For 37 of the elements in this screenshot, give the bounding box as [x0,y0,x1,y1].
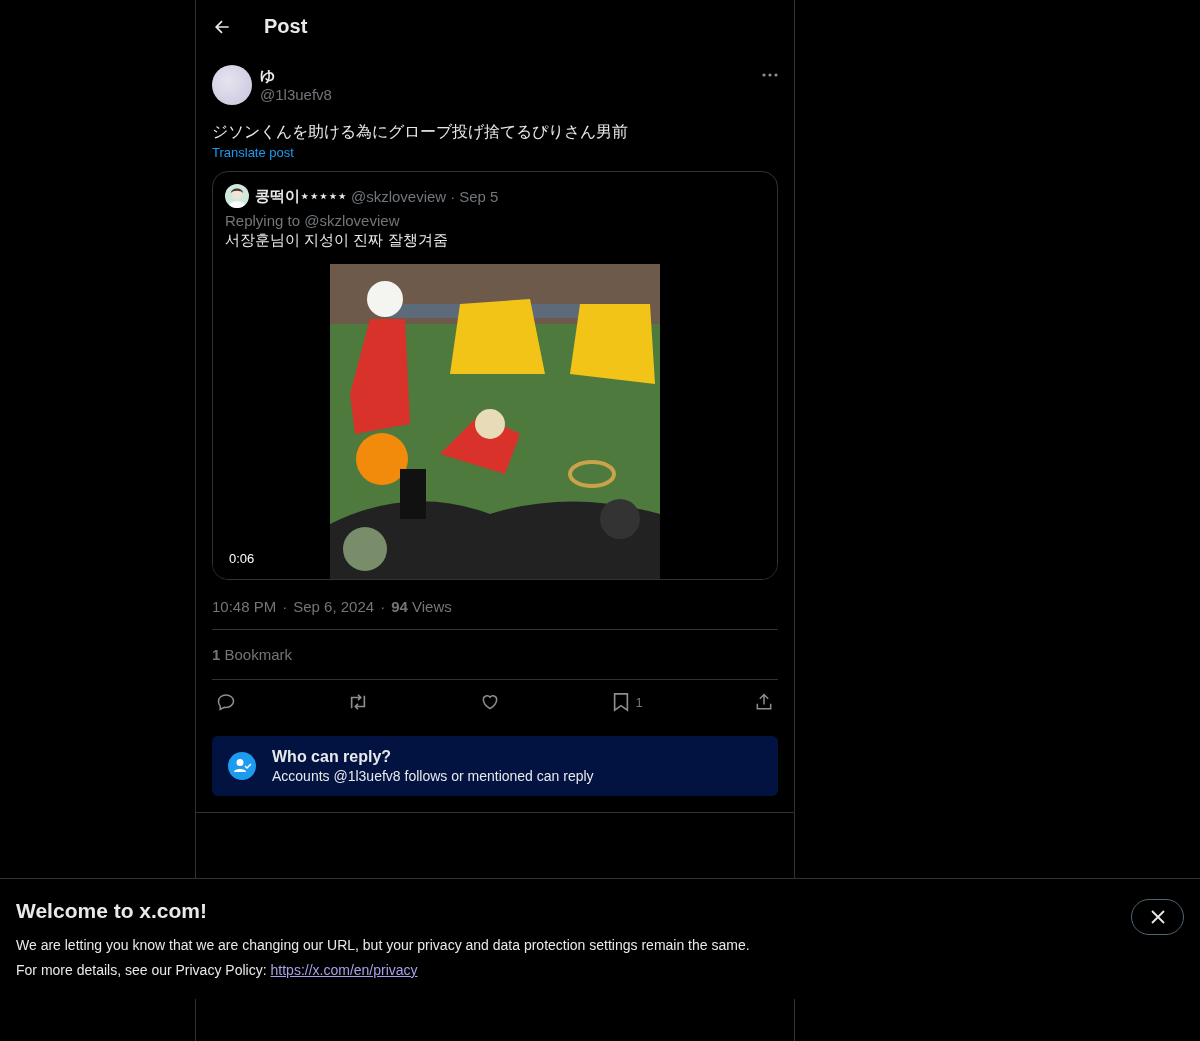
translate-link[interactable]: Translate post [212,145,294,160]
quote-author-name: 콩떡이⋆⋆⋆⋆⋆ [255,186,347,206]
speech-bubble-icon [216,692,236,712]
avatar[interactable] [212,65,252,105]
banner-text: We are letting you know that we are changing our URL, but your privacy and data protection settings remain the same. [16,936,750,955]
quote-author-handle: @skzloveview [350,187,447,205]
separator-dot: · [450,187,456,205]
separator-dot: · [380,598,386,615]
post-text: ジソンくんを助ける為にグローブ投げ捨てるぴりさん男前 [212,122,629,142]
reply-settings-text: Accounts @1l3uefv8 follows or mentioned can reply [272,768,594,784]
quote-date: Sep 5 [459,187,499,205]
banner-title: Welcome to x.com! [16,899,208,923]
more-button[interactable] [762,73,778,77]
avatar-icon [225,184,249,208]
close-button[interactable] [1131,899,1184,935]
bookmark-count[interactable]: 1 Bookmark [212,646,293,663]
post-date[interactable]: Sep 6, 2024 [293,598,375,615]
share-button[interactable] [754,692,774,712]
quote-text: 서장훈님이 지성이 진짜 잘챙겨줌 [224,230,449,250]
author-handle[interactable]: @1l3uefv8 [260,86,754,103]
separator-dot: · [282,598,288,615]
banner-text: For more details, see our Privacy Policy: [16,961,267,980]
quote-card[interactable]: 콩떡이⋆⋆⋆⋆⋆ @skzloveview · Sep 5 Replying to @skzloveview 서장훈님이 지성이 진짜 잘챙겨줌 0:06 [212,171,778,580]
more-icon [762,73,778,77]
close-icon [1150,910,1165,924]
privacy-link[interactable]: https://x.com/en/privacy [270,958,418,983]
post-time[interactable]: 10:48 PM [212,598,277,615]
author-name[interactable]: ゆ [260,67,754,86]
page-title: Post [264,15,308,38]
share-icon [754,692,774,712]
view-count: 94 Views [391,598,452,615]
bookmark-icon [611,692,630,712]
reply-button[interactable] [216,692,236,712]
replying-to: Replying to @skzloveview [224,211,401,229]
reply-settings-title: Who can reply? [272,748,393,766]
bookmark-button[interactable]: 1 [611,692,643,712]
person-check-icon [228,752,256,780]
